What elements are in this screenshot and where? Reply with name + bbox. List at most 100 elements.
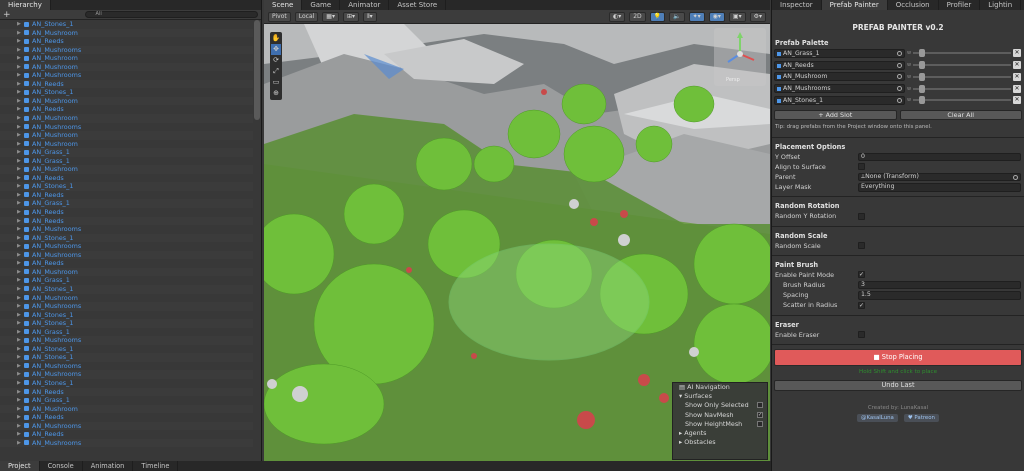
list-item[interactable]: ▶ AN_Stones_1 <box>0 88 253 97</box>
align-surface-checkbox[interactable] <box>858 163 865 171</box>
parent-field[interactable]: ⟂None (Transform) <box>858 173 1021 182</box>
tab-scene[interactable]: Scene <box>264 0 303 10</box>
slider-handle[interactable] <box>919 61 926 70</box>
show-navmesh-checkbox[interactable]: ✓ <box>757 411 763 418</box>
expand-arrow-icon[interactable]: ▶ <box>17 46 21 55</box>
expand-arrow-icon[interactable]: ▶ <box>17 140 21 149</box>
expand-arrow-icon[interactable]: ▶ <box>17 199 21 208</box>
obstacles-foldout[interactable]: ▸ Obstacles <box>673 438 767 447</box>
increment-snap-button[interactable]: ⊞▾ <box>342 11 360 22</box>
list-item[interactable]: ▶ AN_Mushroom <box>0 404 253 414</box>
undo-last-button[interactable]: Undo Last <box>774 379 1022 391</box>
list-item[interactable]: ▶ AN_Stones_1 <box>0 233 253 243</box>
expand-arrow-icon[interactable]: ▶ <box>17 422 21 431</box>
list-item[interactable]: ▶ AN_Mushrooms <box>0 438 253 448</box>
weight-slider[interactable] <box>913 96 1011 105</box>
tab-prefab-painter[interactable]: Prefab Painter <box>821 0 888 10</box>
stop-placing-button[interactable]: ■ Stop Placing <box>774 348 1022 366</box>
expand-arrow-icon[interactable]: ▶ <box>17 319 21 328</box>
scale-tool-icon[interactable]: ⤢ <box>271 66 281 77</box>
persp-label[interactable]: Persp <box>726 77 740 83</box>
expand-arrow-icon[interactable]: ▶ <box>17 54 21 63</box>
transform-tool-icon[interactable]: ⊕ <box>271 88 281 99</box>
grid-snap-button[interactable]: ▦▾ <box>322 11 339 22</box>
effects-dropdown[interactable]: ✦▾ <box>688 11 705 22</box>
list-item[interactable]: ▶ AN_Stones_1 <box>0 311 253 320</box>
list-item[interactable]: ▶ AN_Mushrooms <box>0 123 253 132</box>
expand-arrow-icon[interactable]: ▶ <box>17 208 21 217</box>
expand-arrow-icon[interactable]: ▶ <box>17 217 21 226</box>
expand-arrow-icon[interactable]: ▶ <box>17 29 21 38</box>
list-item[interactable]: ▶ AN_Mushroom <box>0 96 253 106</box>
shading-dropdown[interactable]: ◐▾ <box>608 11 626 22</box>
expand-arrow-icon[interactable]: ▶ <box>17 174 21 183</box>
expand-arrow-icon[interactable]: ▶ <box>17 405 21 414</box>
expand-arrow-icon[interactable]: ▶ <box>17 388 21 397</box>
expand-arrow-icon[interactable]: ▶ <box>17 285 21 294</box>
remove-slot-button[interactable]: ✕ <box>1013 72 1021 81</box>
expand-arrow-icon[interactable]: ▶ <box>17 97 21 106</box>
scrollbar[interactable] <box>254 20 260 120</box>
list-item[interactable]: ▶ AN_Reeds <box>0 387 253 397</box>
expand-arrow-icon[interactable]: ▶ <box>17 131 21 140</box>
list-item[interactable]: ▶ AN_Grass_1 <box>0 199 253 209</box>
expand-arrow-icon[interactable]: ▶ <box>17 182 21 191</box>
expand-arrow-icon[interactable]: ▶ <box>17 268 21 277</box>
list-item[interactable]: ▶ AN_Mushroom <box>0 267 253 277</box>
list-item[interactable]: ▶ AN_Grass_1 <box>0 396 253 405</box>
object-picker-icon[interactable] <box>1013 175 1018 181</box>
slider-handle[interactable] <box>919 49 926 58</box>
expand-arrow-icon[interactable]: ▶ <box>17 413 21 422</box>
slider-handle[interactable] <box>919 96 926 105</box>
tab-animator[interactable]: Animator <box>340 0 390 10</box>
brush-radius-field[interactable]: 3 <box>858 281 1021 290</box>
scatter-checkbox[interactable]: ✓ <box>858 301 865 309</box>
list-item[interactable]: ▶ AN_Stones_1 <box>0 319 253 328</box>
list-item[interactable]: ▶ AN_Grass_1 <box>0 157 253 166</box>
random-scale-checkbox[interactable] <box>858 242 865 250</box>
expand-arrow-icon[interactable]: ▶ <box>17 88 21 97</box>
camera-dropdown[interactable]: ▣▾ <box>728 11 746 22</box>
pivot-dropdown[interactable]: Pivot <box>268 11 291 22</box>
tab-hierarchy[interactable]: Hierarchy <box>0 0 51 10</box>
list-item[interactable]: ▶ AN_Stones_1 <box>0 20 253 29</box>
expand-arrow-icon[interactable]: ▶ <box>17 80 21 89</box>
weight-slider[interactable] <box>913 84 1011 93</box>
tab-game[interactable]: Game <box>302 0 341 10</box>
remove-slot-button[interactable]: ✕ <box>1013 49 1021 58</box>
list-item[interactable]: ▶ AN_Mushrooms <box>0 242 253 251</box>
tab-asset-store[interactable]: Asset Store <box>389 0 447 10</box>
list-item[interactable]: ▶ AN_Reeds <box>0 191 253 200</box>
list-item[interactable]: ▶ AN_Mushroom <box>0 114 253 123</box>
audio-toggle[interactable]: 🔈 <box>669 11 685 22</box>
tab-console[interactable]: Console <box>40 461 83 471</box>
search-input[interactable]: All <box>84 11 258 18</box>
object-picker-icon[interactable] <box>897 50 902 56</box>
local-dropdown[interactable]: Local <box>294 11 319 22</box>
list-item[interactable]: ▶ AN_Mushrooms <box>0 225 253 234</box>
expand-arrow-icon[interactable]: ▶ <box>17 370 21 379</box>
enable-eraser-checkbox[interactable] <box>858 331 865 339</box>
list-item[interactable]: ▶ AN_Grass_1 <box>0 328 253 337</box>
list-item[interactable]: ▶ AN_Mushroom <box>0 62 253 72</box>
list-item[interactable]: ▶ AN_Mushrooms <box>0 302 253 311</box>
lighting-toggle[interactable]: 💡 <box>649 11 666 22</box>
expand-arrow-icon[interactable]: ▶ <box>17 148 21 157</box>
list-item[interactable]: ▶ AN_Grass_1 <box>0 148 253 157</box>
expand-arrow-icon[interactable]: ▶ <box>17 430 21 439</box>
expand-arrow-icon[interactable]: ▶ <box>17 328 21 337</box>
expand-arrow-icon[interactable]: ▶ <box>17 114 21 123</box>
expand-arrow-icon[interactable]: ▶ <box>17 225 21 234</box>
prefab-field[interactable]: AN_Mushrooms <box>774 84 905 94</box>
expand-arrow-icon[interactable]: ▶ <box>17 242 21 251</box>
list-item[interactable]: ▶ AN_Grass_1 <box>0 276 253 285</box>
prefab-field[interactable]: AN_Reeds <box>774 60 905 70</box>
remove-slot-button[interactable]: ✕ <box>1013 84 1021 93</box>
list-item[interactable]: ▶ AN_Mushroom <box>0 294 253 303</box>
spacing-field[interactable]: 1.5 <box>858 291 1021 300</box>
expand-arrow-icon[interactable]: ▶ <box>17 294 21 303</box>
show-only-selected-checkbox[interactable] <box>757 402 763 409</box>
enable-paint-checkbox[interactable]: ✓ <box>858 271 865 279</box>
layer-mask-dropdown[interactable]: Everything <box>858 183 1021 192</box>
expand-arrow-icon[interactable]: ▶ <box>17 276 21 285</box>
